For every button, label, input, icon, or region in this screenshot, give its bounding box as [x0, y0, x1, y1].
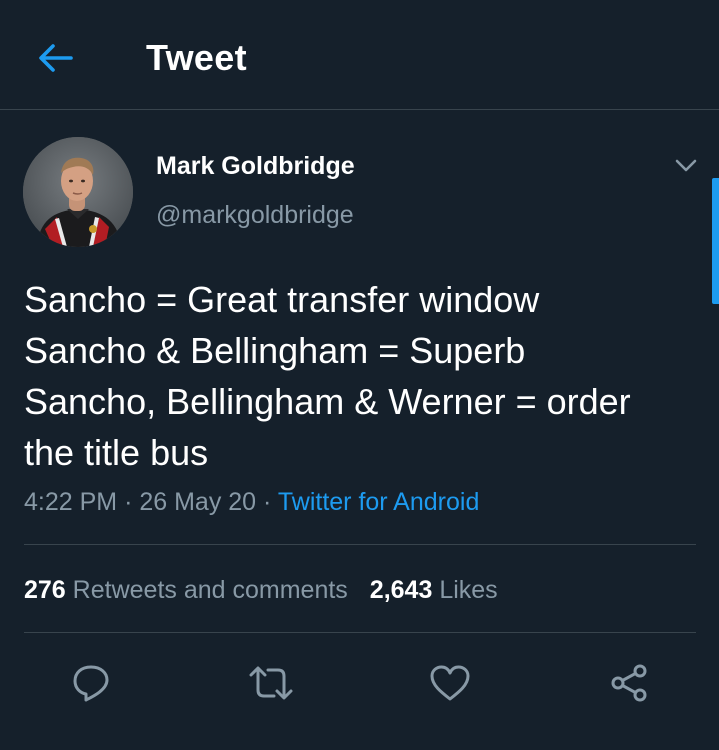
- divider: [24, 632, 696, 633]
- retweets-label: Retweets and comments: [72, 576, 348, 604]
- like-icon: [430, 665, 470, 701]
- likes-count: 2,643: [369, 576, 433, 604]
- tweet-stats: 276 Retweets and comments 2,643 Likes: [24, 572, 498, 608]
- meta-separator: ·: [263, 488, 272, 516]
- scrollbar[interactable]: [712, 178, 719, 304]
- tweet-date: 26 May 20: [139, 488, 257, 516]
- retweets-stat[interactable]: 276 Retweets and comments: [24, 576, 348, 604]
- tweet-line: Sancho, Bellingham & Werner = order: [24, 381, 631, 422]
- likes-label: Likes: [439, 576, 498, 604]
- meta-separator: ·: [124, 488, 133, 516]
- tweet-source-link[interactable]: Twitter for Android: [278, 488, 479, 516]
- arrow-left-icon: [39, 44, 73, 72]
- page-title: Tweet: [146, 37, 247, 78]
- reply-icon: [73, 665, 109, 702]
- top-bar: Tweet: [0, 0, 719, 110]
- retweets-count: 276: [24, 576, 66, 604]
- reply-button[interactable]: [66, 658, 116, 708]
- tweet-line: the title bus: [24, 432, 209, 473]
- more-options-button[interactable]: [668, 150, 704, 182]
- author-handle[interactable]: @markgoldbridge: [156, 198, 354, 232]
- likes-stat[interactable]: 2,643 Likes: [370, 576, 498, 604]
- tweet-metadata: 4:22 PM · 26 May 20 · Twitter for Androi…: [24, 484, 479, 520]
- retweet-icon: [249, 666, 293, 700]
- tweet-text: Sancho = Great transfer window Sancho & …: [24, 274, 704, 478]
- divider: [24, 544, 696, 545]
- author-name[interactable]: Mark Goldbridge: [156, 150, 355, 182]
- avatar[interactable]: [23, 137, 133, 247]
- profile-photo: [23, 137, 133, 247]
- like-button[interactable]: [425, 658, 475, 708]
- share-button[interactable]: [604, 658, 654, 708]
- tweet-time: 4:22 PM: [24, 488, 118, 516]
- retweet-button[interactable]: [246, 658, 296, 708]
- tweet-line: Sancho = Great transfer window: [24, 279, 540, 320]
- chevron-down-icon: [675, 159, 697, 172]
- tweet-line: Sancho & Bellingham = Superb: [24, 330, 526, 371]
- share-icon: [611, 664, 647, 702]
- back-button[interactable]: [30, 36, 80, 80]
